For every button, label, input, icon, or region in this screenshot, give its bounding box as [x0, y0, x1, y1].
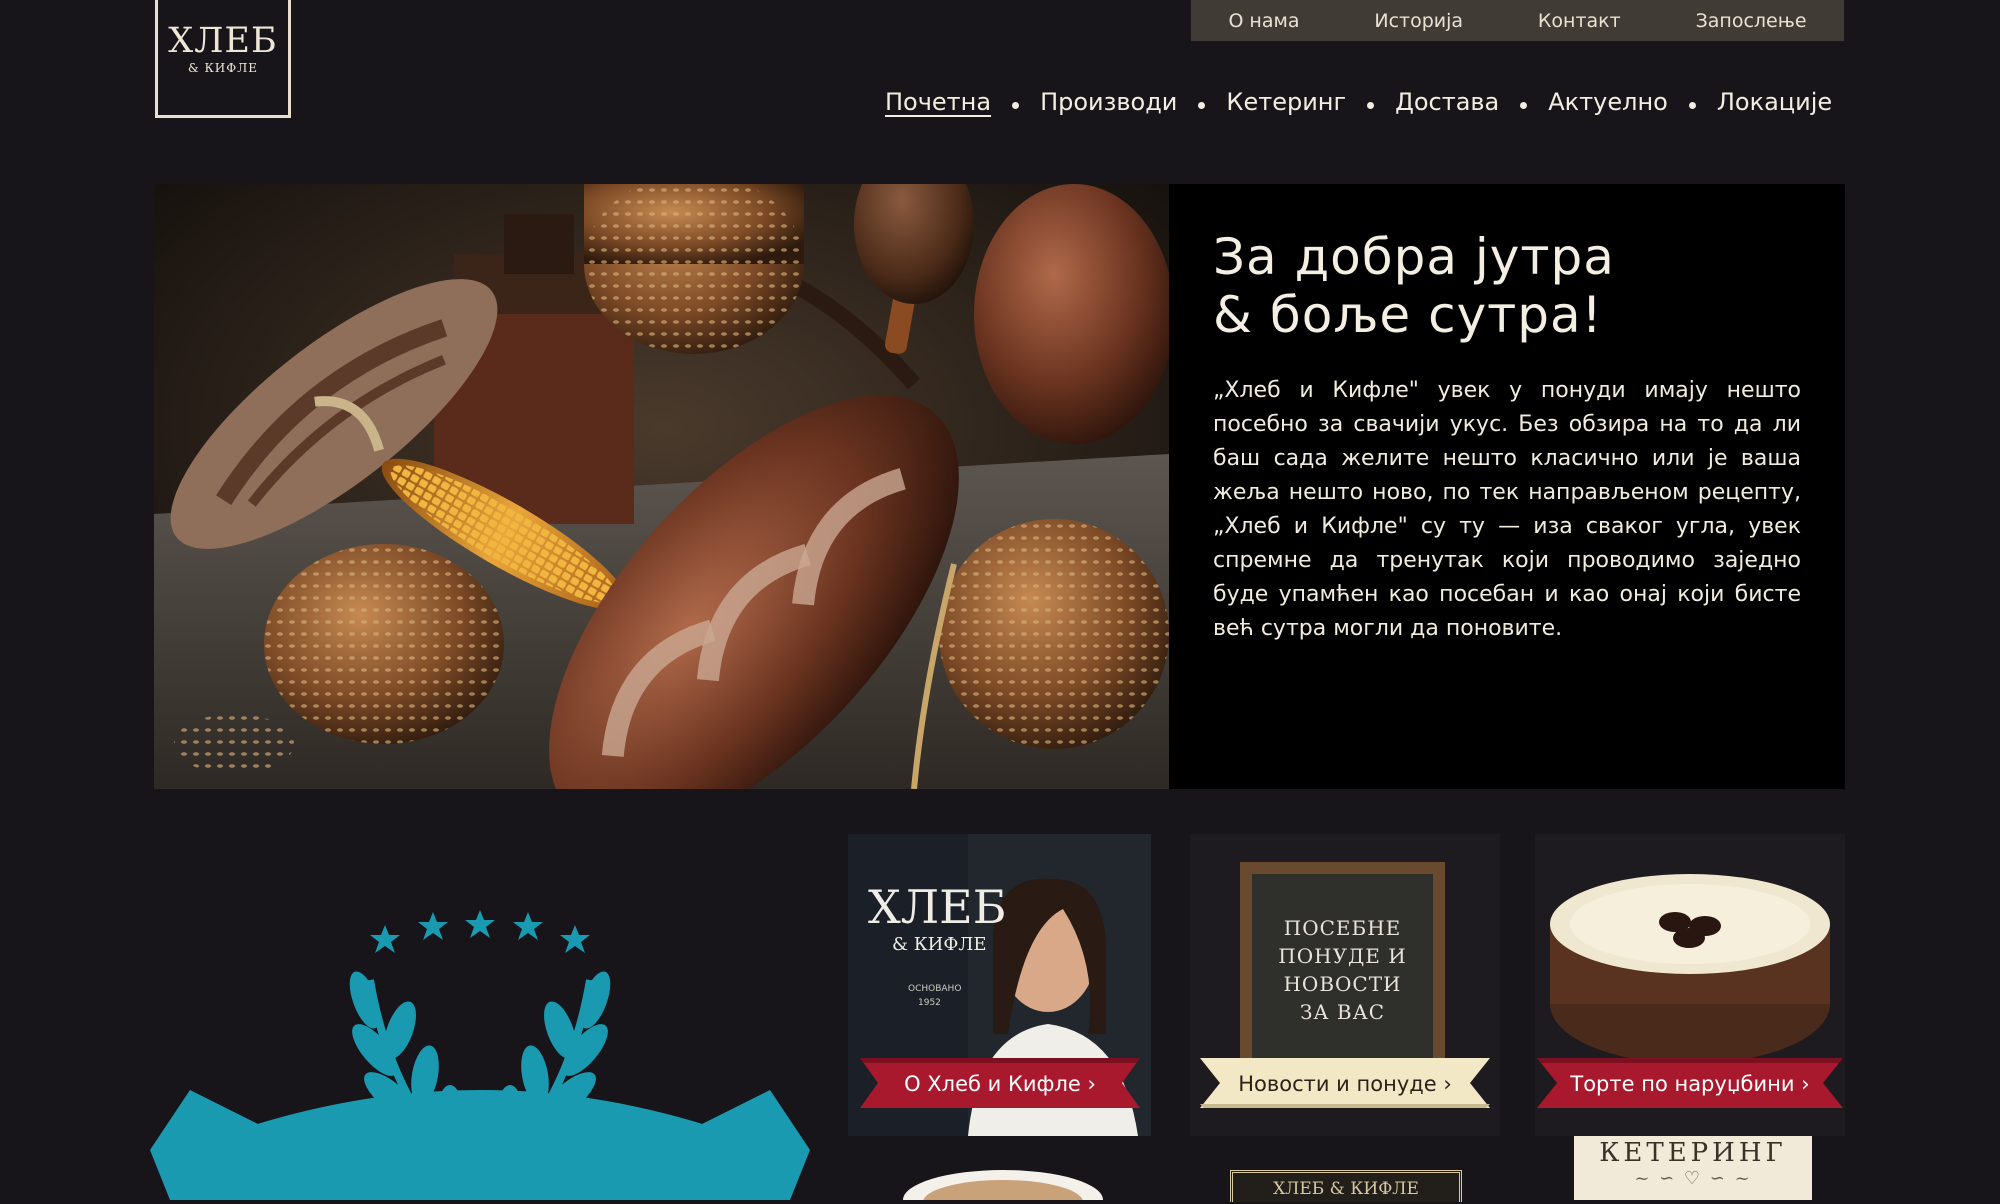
cafe-sign: ХЛЕБ & КИФЛЕ [1230, 1170, 1462, 1202]
board-line: ЗА ВАС [1299, 1000, 1386, 1024]
main-nav: Почетна Производи Кетеринг Достава Актуе… [885, 84, 1832, 120]
nav-item-delivery[interactable]: Достава [1395, 88, 1499, 116]
about-sign-sub: & КИФЛЕ [892, 934, 987, 955]
logo-main-text: ХЛЕБ [168, 21, 278, 61]
nav-item-products[interactable]: Производи [1040, 88, 1177, 116]
hero-title-line2: & боље сутра! [1213, 286, 1603, 344]
hero-title-line1: За добра јутра [1213, 228, 1615, 286]
tile-cakes[interactable]: Торте по наруџбини › [1535, 834, 1845, 1136]
catering-sign[interactable]: КЕТЕРИНГ ~ ∽ ♡ ∽ ~ [1574, 1136, 1812, 1200]
board-line: ПОСЕБНЕ [1283, 916, 1402, 940]
about-ribbon-button[interactable]: О Хлеб и Кифле › [860, 1058, 1140, 1110]
nav-separator [1688, 101, 1696, 109]
nav-item-catering[interactable]: Кетеринг [1226, 88, 1346, 116]
tile-about[interactable]: ХЛЕБ & КИФЛЕ ОСНОВАНО 1952 О Хлеб и Кифл… [848, 834, 1151, 1136]
tile-news[interactable]: ПОСЕБНЕ ПОНУДЕ И НОВОСТИ ЗА ВАС Новости … [1190, 834, 1500, 1136]
top-utility-bar: О нама Историја Контакт Запослење [1191, 0, 1844, 41]
topbar-link-contact[interactable]: Контакт [1538, 10, 1621, 32]
hero-bread-image [154, 184, 1169, 789]
news-chalkboard-text: ПОСЕБНЕ ПОНУДЕ И НОВОСТИ ЗА ВАС [1252, 914, 1433, 1026]
catering-flourish-icon: ~ ∽ ♡ ∽ ~ [1634, 1168, 1752, 1189]
nav-separator [1012, 101, 1020, 109]
cakes-ribbon-button[interactable]: Торте по наруџбини › [1537, 1058, 1843, 1110]
about-sign-main: ХЛЕБ [868, 880, 1007, 934]
topbar-link-history[interactable]: Историја [1374, 10, 1463, 32]
nav-item-home[interactable]: Почетна [885, 88, 991, 116]
nav-separator [1198, 101, 1206, 109]
about-sign-small1: ОСНОВАНО [908, 984, 962, 994]
hero-description: „Хлеб и Кифле" увек у понуди имају нешто… [1213, 378, 1801, 641]
wheat-badge-graphic [150, 880, 810, 1200]
nav-item-news[interactable]: Актуелно [1548, 88, 1668, 116]
about-sign-small2: 1952 [918, 998, 941, 1008]
logo-sub-text: & КИФЛЕ [188, 61, 258, 75]
news-ribbon-button[interactable]: Новости и понуде › [1200, 1058, 1490, 1110]
board-line: НОВОСТИ [1283, 972, 1402, 996]
topbar-link-about[interactable]: О нама [1228, 10, 1299, 32]
topbar-link-careers[interactable]: Запослење [1696, 10, 1807, 32]
nav-separator [1520, 101, 1528, 109]
nav-separator [1367, 101, 1375, 109]
hero-title: За добра јутра & боље сутра! [1213, 228, 1615, 344]
board-line: ПОНУДЕ И [1278, 944, 1407, 968]
site-logo[interactable]: ХЛЕБ & КИФЛЕ [155, 0, 291, 118]
catering-sign-text: КЕТЕРИНГ [1599, 1138, 1787, 1168]
nav-item-locations[interactable]: Локације [1717, 88, 1832, 116]
coffee-cup-image [898, 1160, 1108, 1204]
